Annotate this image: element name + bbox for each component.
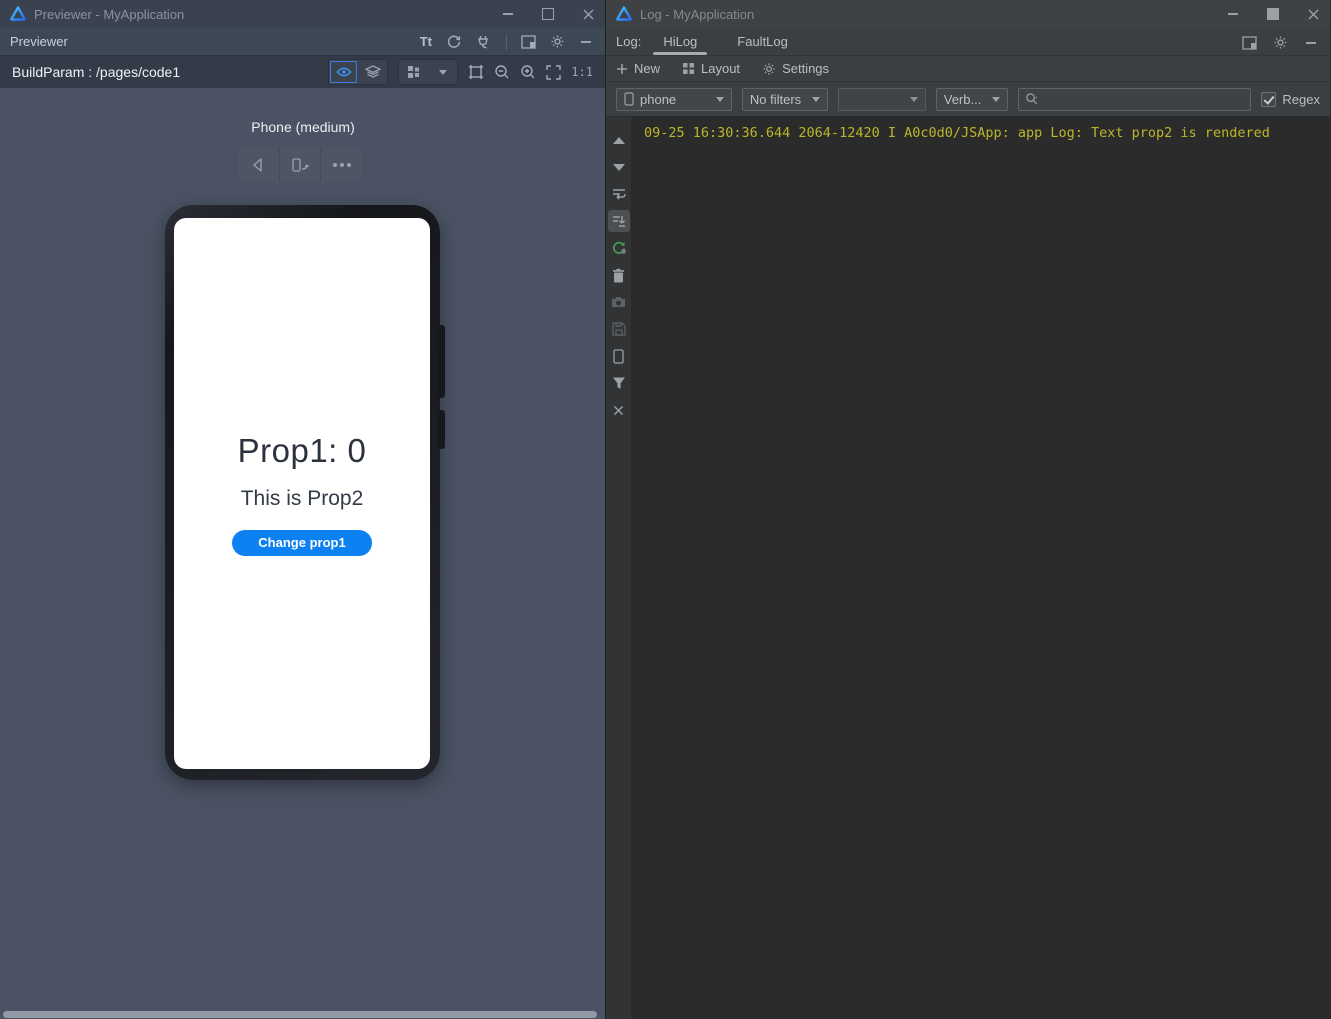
soft-wrap-icon[interactable]	[608, 183, 630, 205]
tab-hilog[interactable]: HiLog	[657, 34, 703, 55]
regex-option: Regex	[1261, 92, 1320, 107]
minimize-button[interactable]	[1226, 7, 1240, 21]
maximize-button[interactable]	[541, 7, 555, 21]
zoom-out-icon[interactable]	[494, 64, 510, 80]
preview-canvas: Phone (medium)	[0, 88, 605, 1019]
log-level-select[interactable]: Verb...	[936, 88, 1008, 111]
log-output[interactable]: 09-25 16:30:36.644 2064-12420 I A0c0d0/J…	[632, 117, 1330, 1019]
log-window: Log - MyApplication Log: HiLog FaultLog	[606, 0, 1330, 1019]
preview-control-group	[238, 148, 362, 181]
layout-button[interactable]: Layout	[682, 61, 740, 76]
device-phone-icon[interactable]	[608, 345, 630, 367]
inspector-plug-icon[interactable]	[476, 34, 492, 50]
phone-mockup: Prop1: 0 This is Prop2 Change prop1	[165, 205, 440, 780]
filters-select[interactable]: No filters	[742, 88, 828, 111]
process-select[interactable]	[838, 88, 926, 111]
phone-volume-button	[437, 325, 445, 398]
deveco-logo-icon	[616, 6, 632, 22]
change-prop1-button[interactable]: Change prop1	[232, 530, 372, 556]
hide-panel-icon[interactable]	[1304, 36, 1318, 50]
prop1-text: Prop1: 0	[238, 432, 367, 470]
tab-faultlog[interactable]: FaultLog	[731, 34, 794, 55]
regex-label: Regex	[1282, 92, 1320, 107]
panel-title: Previewer	[10, 34, 68, 49]
refresh-icon[interactable]	[446, 34, 462, 50]
log-label: Log:	[616, 34, 641, 55]
log-tab-bar: Log: HiLog FaultLog	[606, 28, 1330, 56]
deveco-logo-icon	[10, 6, 26, 22]
close-button[interactable]	[581, 7, 595, 21]
phone-screen: Prop1: 0 This is Prop2 Change prop1	[174, 218, 430, 769]
scroll-to-end-icon[interactable]	[608, 210, 630, 232]
preview-eye-button[interactable]	[329, 60, 358, 84]
close-button[interactable]	[1306, 7, 1320, 21]
zoom-ratio-button[interactable]: 1:1	[571, 65, 593, 79]
restart-icon[interactable]	[608, 237, 630, 259]
layout-panel-icon[interactable]	[1242, 36, 1257, 50]
rotate-device-button[interactable]	[279, 148, 321, 181]
log-main: 09-25 16:30:36.644 2064-12420 I A0c0d0/J…	[606, 116, 1330, 1019]
settings-gear-icon[interactable]	[550, 34, 565, 49]
clear-log-trash-icon[interactable]	[608, 264, 630, 286]
phone-power-button	[437, 410, 445, 449]
filter-funnel-icon[interactable]	[608, 372, 630, 394]
components-dropdown-button[interactable]	[428, 60, 457, 84]
layers-button[interactable]	[358, 60, 387, 84]
desktop: Previewer - MyApplication Previewer Tt	[0, 0, 1331, 1019]
prop2-text: This is Prop2	[241, 487, 364, 511]
settings-gear-icon[interactable]	[1273, 35, 1288, 50]
window-title: Previewer - MyApplication	[34, 7, 184, 22]
maximize-button[interactable]	[1266, 7, 1280, 21]
zoom-in-icon[interactable]	[520, 64, 536, 80]
bounding-frame-icon[interactable]	[468, 64, 484, 80]
close-panel-icon[interactable]	[608, 399, 630, 421]
minimize-button[interactable]	[501, 7, 515, 21]
screenshot-camera-icon[interactable]	[608, 291, 630, 313]
log-titlebar: Log - MyApplication	[606, 0, 1330, 28]
save-log-icon[interactable]	[608, 318, 630, 340]
previewer-window: Previewer - MyApplication Previewer Tt	[0, 0, 606, 1019]
log-filter-bar: phone No filters Verb...	[606, 82, 1330, 116]
components-group	[398, 59, 458, 85]
new-button[interactable]: New	[616, 61, 660, 76]
divider	[506, 34, 507, 50]
gear-icon	[762, 62, 776, 76]
log-action-bar: New Layout Settings	[606, 56, 1330, 82]
components-grid-button[interactable]	[399, 60, 428, 84]
device-select[interactable]: phone	[616, 88, 732, 111]
previewer-toolbar: BuildParam : /pages/code1	[0, 56, 605, 88]
more-options-button[interactable]	[320, 148, 362, 181]
layout-panel-icon[interactable]	[521, 35, 536, 49]
plus-icon	[616, 63, 628, 75]
search-box	[1018, 88, 1252, 111]
device-label: Phone (medium)	[0, 119, 606, 135]
build-param-label: BuildParam : /pages/code1	[12, 64, 180, 80]
phone-icon	[624, 92, 634, 106]
settings-button[interactable]: Settings	[762, 61, 829, 76]
previewer-titlebar: Previewer - MyApplication	[0, 0, 605, 28]
search-input	[1043, 92, 1245, 107]
log-line: 09-25 16:30:36.644 2064-12420 I A0c0d0/J…	[644, 125, 1330, 141]
window-title: Log - MyApplication	[640, 7, 754, 22]
previewer-panel-header: Previewer Tt	[0, 28, 605, 56]
back-button[interactable]	[238, 148, 279, 181]
horizontal-scrollbar[interactable]	[3, 1011, 597, 1018]
fit-to-screen-icon[interactable]	[546, 65, 561, 80]
grid-icon	[682, 62, 695, 75]
hide-panel-icon[interactable]	[579, 35, 593, 49]
font-size-icon[interactable]: Tt	[420, 34, 432, 49]
search-icon[interactable]	[1025, 92, 1039, 106]
scroll-down-icon[interactable]	[608, 156, 630, 178]
regex-checkbox[interactable]	[1261, 92, 1276, 107]
scroll-up-icon[interactable]	[608, 129, 630, 151]
log-gutter	[606, 117, 632, 1019]
view-mode-group	[328, 59, 388, 85]
